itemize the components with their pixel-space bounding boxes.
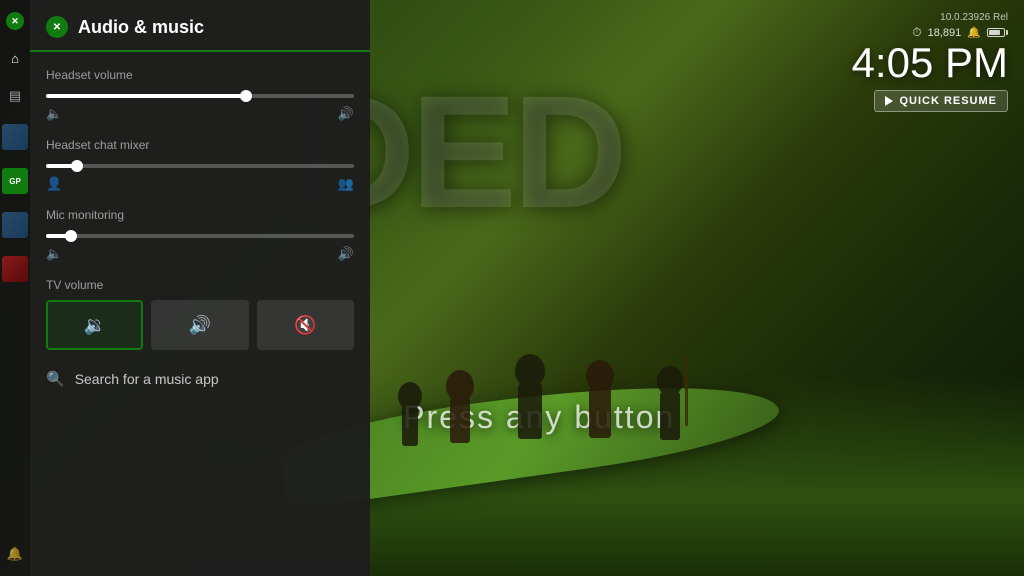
search-music-icon: 🔍: [46, 370, 65, 388]
mic-monitoring-label: Mic monitoring: [46, 208, 354, 222]
mic-high-icon: 🔊: [338, 246, 354, 262]
headset-volume-label: Headset volume: [46, 68, 354, 82]
sidebar-thumb-game3[interactable]: [2, 256, 28, 282]
play-icon: [885, 96, 893, 106]
headset-volume-section: Headset volume: [30, 60, 370, 94]
headset-volume-thumb[interactable]: [240, 90, 252, 102]
background-figures: [380, 256, 974, 456]
headset-volume-fill: [46, 94, 246, 98]
hud-icons-row: ⏱ 18,891 🔔: [852, 25, 1008, 40]
tv-volume-mute-icon: 🔇: [294, 315, 316, 336]
headset-chat-section: Headset chat mixer: [30, 130, 370, 164]
mic-low-icon: 🔈: [46, 246, 62, 262]
quick-resume-button[interactable]: QUICK RESUME: [852, 90, 1008, 112]
panel-header: ✕ Audio & music: [30, 0, 370, 50]
notification-icon: 🔔: [967, 26, 981, 39]
audio-panel: ✕ Audio & music Headset volume 🔈 🔊 Heads…: [30, 0, 370, 576]
tv-volume-medium-button[interactable]: 🔊: [151, 300, 248, 350]
hud-overlay: 10.0.23926 Rel ⏱ 18,891 🔔 4:05 PM QUICK …: [852, 12, 1008, 112]
current-time: 4:05 PM: [852, 42, 1008, 84]
sidebar-icon-home[interactable]: ⌂: [5, 48, 25, 68]
chat-group-icon: 👥: [338, 176, 354, 192]
mic-monitoring-track: [46, 234, 354, 238]
headset-chat-thumb[interactable]: [71, 160, 83, 172]
headset-volume-track: [46, 94, 354, 98]
search-music-label: Search for a music app: [75, 371, 219, 387]
sidebar-strip: ✕ ⌂ ▤ GP 🔔: [0, 0, 30, 576]
headset-chat-slider[interactable]: 👤 👥: [30, 164, 370, 200]
tv-volume-mute-button[interactable]: 🔇: [257, 300, 354, 350]
volume-low-icon: 🔈: [46, 106, 62, 122]
sidebar-thumb-gamepass[interactable]: GP: [2, 168, 28, 194]
panel-divider: [30, 50, 370, 52]
quick-resume-label: QUICK RESUME: [899, 95, 997, 107]
headset-chat-label: Headset chat mixer: [46, 138, 354, 152]
notifications-icon[interactable]: 🔔: [5, 544, 25, 564]
tv-volume-label: TV volume: [46, 278, 354, 292]
sidebar-thumb-game1[interactable]: [2, 124, 28, 150]
panel-title: Audio & music: [78, 17, 204, 38]
mic-monitoring-thumb[interactable]: [65, 230, 77, 242]
xbox-logo-icon[interactable]: ✕: [6, 12, 24, 30]
tv-volume-buttons: 🔉 🔊 🔇: [46, 300, 354, 350]
gamerscore-icon: ⏱: [912, 25, 921, 40]
chat-person-icon: 👤: [46, 176, 62, 192]
gamerscore-value: 18,891: [928, 27, 962, 39]
headset-chat-icons: 👤 👥: [46, 176, 354, 192]
version-text: 10.0.23926 Rel: [940, 12, 1008, 23]
tv-volume-low-button[interactable]: 🔉: [46, 300, 143, 350]
tv-volume-medium-icon: 🔊: [189, 315, 211, 336]
battery-icon: [987, 28, 1008, 37]
search-music-row[interactable]: 🔍 Search for a music app: [30, 358, 370, 400]
headset-volume-icons: 🔈 🔊: [46, 106, 354, 122]
tv-volume-low-icon: 🔉: [83, 315, 105, 336]
headset-chat-track: [46, 164, 354, 168]
sidebar-thumb-game2[interactable]: [2, 212, 28, 238]
headset-volume-slider[interactable]: 🔈 🔊: [30, 94, 370, 130]
mic-monitoring-section: Mic monitoring: [30, 200, 370, 234]
panel-xbox-logo: ✕: [46, 16, 68, 38]
tv-volume-section: TV volume 🔉 🔊 🔇: [30, 270, 370, 358]
hud-stats-row: 10.0.23926 Rel: [852, 12, 1008, 23]
mic-monitoring-icons: 🔈 🔊: [46, 246, 354, 262]
volume-high-icon: 🔊: [338, 106, 354, 122]
mic-monitoring-slider[interactable]: 🔈 🔊: [30, 234, 370, 270]
sidebar-icon-library[interactable]: ▤: [5, 86, 25, 106]
